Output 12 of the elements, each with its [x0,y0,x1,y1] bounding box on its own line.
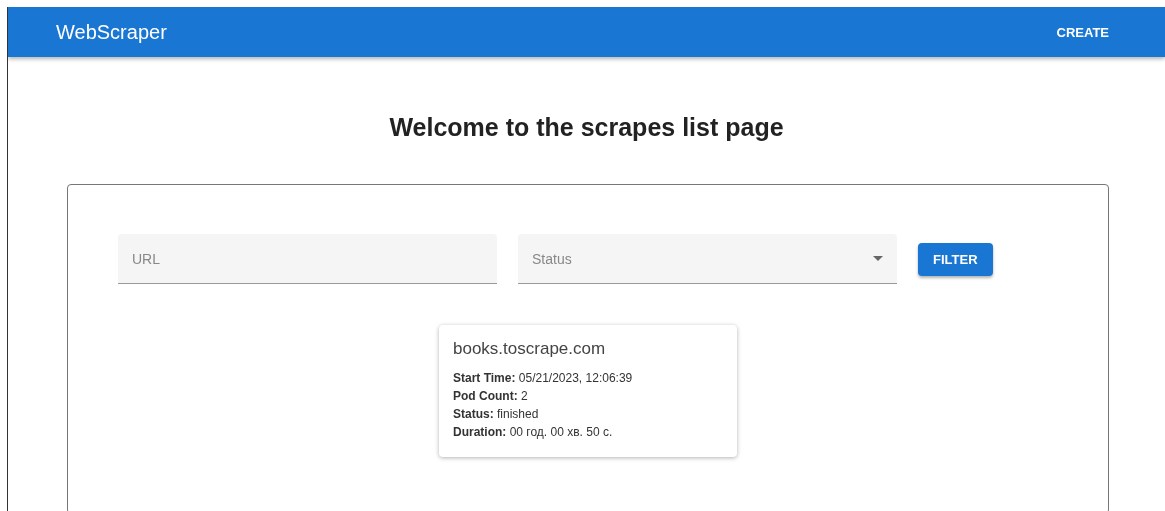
detail-line: Duration: 00 год. 00 хв. 50 с. [453,424,614,441]
url-field[interactable]: URL [118,234,497,284]
status-dropdown[interactable]: Status [518,234,897,284]
page-heading: Welcome to the scrapes list page [388,113,785,142]
nav-button[interactable]: CREATE [1048,18,1117,46]
detail-line: Status: finished [453,406,540,423]
scrape-url: books.toscrape.com [453,339,607,359]
caret-icon [873,256,883,261]
detail-line: Start Time: 05/21/2023, 12:06:39 [453,370,634,387]
app-title: WebScraper [56,20,167,44]
filter-button[interactable]: FILTER [918,242,993,276]
detail-line: Pod Count: 2 [453,388,529,405]
